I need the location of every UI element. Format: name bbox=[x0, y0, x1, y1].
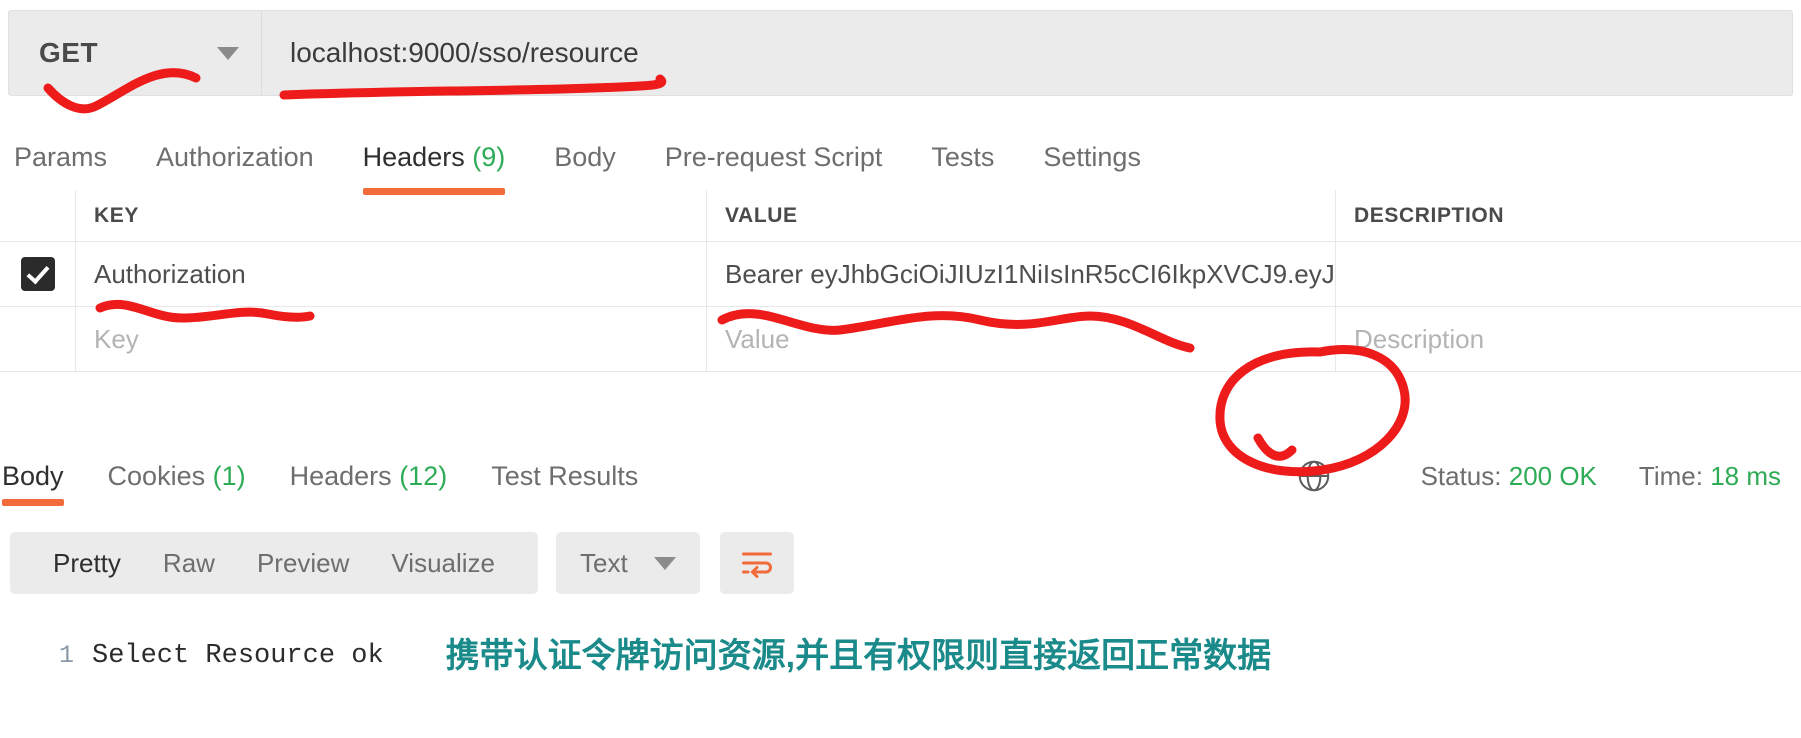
tab-body[interactable]: Body bbox=[554, 142, 616, 173]
response-tab-body-label: Body bbox=[2, 460, 64, 491]
request-tabs: Params Authorization Headers (9) Body Pr… bbox=[0, 128, 1801, 195]
row-enabled-checkbox-cell[interactable] bbox=[0, 242, 75, 306]
response-tab-cookies-count: (1) bbox=[212, 460, 246, 491]
table-row[interactable]: Authorization Bearer eyJhbGciOiJIUzI1NiI… bbox=[0, 242, 1801, 307]
response-tab-headers-count: (12) bbox=[399, 460, 448, 491]
tab-pre-request-script[interactable]: Pre-request Script bbox=[665, 142, 883, 173]
content-type-dropdown[interactable]: Text bbox=[556, 532, 700, 594]
http-method-label: GET bbox=[39, 37, 99, 68]
chevron-down-icon bbox=[653, 556, 676, 570]
wrap-lines-button[interactable] bbox=[719, 532, 794, 594]
tab-authorization[interactable]: Authorization bbox=[156, 142, 314, 173]
tab-settings[interactable]: Settings bbox=[1043, 142, 1141, 173]
content-type-label: Text bbox=[580, 547, 628, 578]
request-url-bar: GET bbox=[8, 10, 1793, 96]
tab-tests[interactable]: Tests bbox=[931, 142, 994, 173]
key-placeholder: Key bbox=[94, 323, 139, 354]
column-header-value-label: VALUE bbox=[725, 203, 798, 227]
tab-body-label: Body bbox=[554, 141, 616, 172]
column-header-description-label: DESCRIPTION bbox=[1354, 203, 1505, 227]
value-placeholder: Value bbox=[725, 323, 790, 354]
time-badge: Time: 18 ms bbox=[1639, 461, 1781, 492]
row-description-cell[interactable] bbox=[1336, 242, 1801, 306]
chinese-annotation-text: 携带认证令牌访问资源,并且有权限则直接返回正常数据 bbox=[445, 637, 1272, 675]
tab-tests-label: Tests bbox=[931, 141, 995, 172]
description-placeholder: Description bbox=[1354, 323, 1485, 354]
url-input[interactable] bbox=[262, 11, 1792, 95]
globe-icon[interactable] bbox=[1295, 457, 1333, 495]
row-value-cell[interactable]: Bearer eyJhbGciOiJIUzI1NiIsInR5cCI6IkpXV… bbox=[707, 242, 1336, 306]
response-body-line: Select Resource ok bbox=[92, 641, 384, 671]
format-pretty-button[interactable]: Pretty bbox=[32, 548, 142, 579]
checkbox-checked-icon[interactable] bbox=[20, 257, 55, 291]
column-header-key: KEY bbox=[75, 190, 707, 241]
empty-row-checkbox-cell bbox=[0, 307, 75, 371]
response-format-toolbar: Pretty Raw Preview Visualize Text bbox=[10, 532, 794, 594]
response-tab-cookies-label: Cookies bbox=[107, 460, 206, 491]
response-tab-cookies[interactable]: Cookies (1) bbox=[108, 461, 246, 492]
row-key-text: Authorization bbox=[94, 258, 246, 289]
response-tab-headers[interactable]: Headers (12) bbox=[290, 461, 448, 492]
status-label: Status: bbox=[1420, 460, 1502, 491]
empty-row-key-cell[interactable]: Key bbox=[75, 307, 707, 371]
row-value-text: Bearer eyJhbGciOiJIUzI1NiIsInR5cCI6IkpXV… bbox=[725, 258, 1336, 289]
response-tab-body[interactable]: Body bbox=[2, 460, 64, 506]
tab-headers-label: Headers bbox=[362, 141, 465, 172]
response-body: 1 Select Resource ok 携带认证令牌访问资源,并且有权限则直接… bbox=[0, 636, 1801, 676]
format-raw-button[interactable]: Raw bbox=[142, 548, 236, 579]
format-visualize-button[interactable]: Visualize bbox=[370, 548, 516, 579]
column-header-key-label: KEY bbox=[94, 203, 139, 227]
tab-params-label: Params bbox=[14, 141, 108, 172]
headers-table: KEY VALUE DESCRIPTION Authorization Bear… bbox=[0, 190, 1801, 372]
tab-headers[interactable]: Headers (9) bbox=[362, 141, 506, 195]
http-method-dropdown[interactable]: GET bbox=[9, 11, 262, 95]
empty-row-value-cell[interactable]: Value bbox=[707, 307, 1336, 371]
status-value: 200 OK bbox=[1508, 460, 1597, 491]
line-number: 1 bbox=[58, 641, 74, 670]
tab-settings-label: Settings bbox=[1043, 141, 1141, 172]
table-row-empty[interactable]: Key Value Description bbox=[0, 307, 1801, 372]
column-header-value: VALUE bbox=[707, 190, 1336, 241]
response-tabs-bar: Body Cookies (1) Headers (12) Test Resul… bbox=[0, 446, 1801, 506]
empty-row-description-cell[interactable]: Description bbox=[1336, 307, 1801, 371]
row-key-cell[interactable]: Authorization bbox=[75, 242, 707, 306]
tab-authorization-label: Authorization bbox=[156, 141, 314, 172]
tab-headers-count: (9) bbox=[472, 141, 506, 172]
response-tab-test-results-label: Test Results bbox=[491, 460, 639, 491]
chevron-down-icon bbox=[217, 46, 239, 60]
status-badge: Status: 200 OK bbox=[1421, 461, 1597, 492]
response-tab-headers-label: Headers bbox=[289, 460, 392, 491]
response-meta: Status: 200 OK Time: 18 ms bbox=[1295, 457, 1801, 495]
tab-pre-request-script-label: Pre-request Script bbox=[664, 141, 883, 172]
header-checkbox-spacer bbox=[0, 190, 75, 241]
column-header-description: DESCRIPTION bbox=[1336, 190, 1801, 241]
tab-params[interactable]: Params bbox=[14, 142, 107, 173]
response-tab-test-results[interactable]: Test Results bbox=[491, 461, 638, 492]
table-header-row: KEY VALUE DESCRIPTION bbox=[0, 190, 1801, 242]
format-preview-button[interactable]: Preview bbox=[236, 548, 370, 579]
time-value: 18 ms bbox=[1710, 460, 1781, 491]
format-mode-group: Pretty Raw Preview Visualize bbox=[10, 532, 539, 594]
time-label: Time: bbox=[1638, 460, 1703, 491]
